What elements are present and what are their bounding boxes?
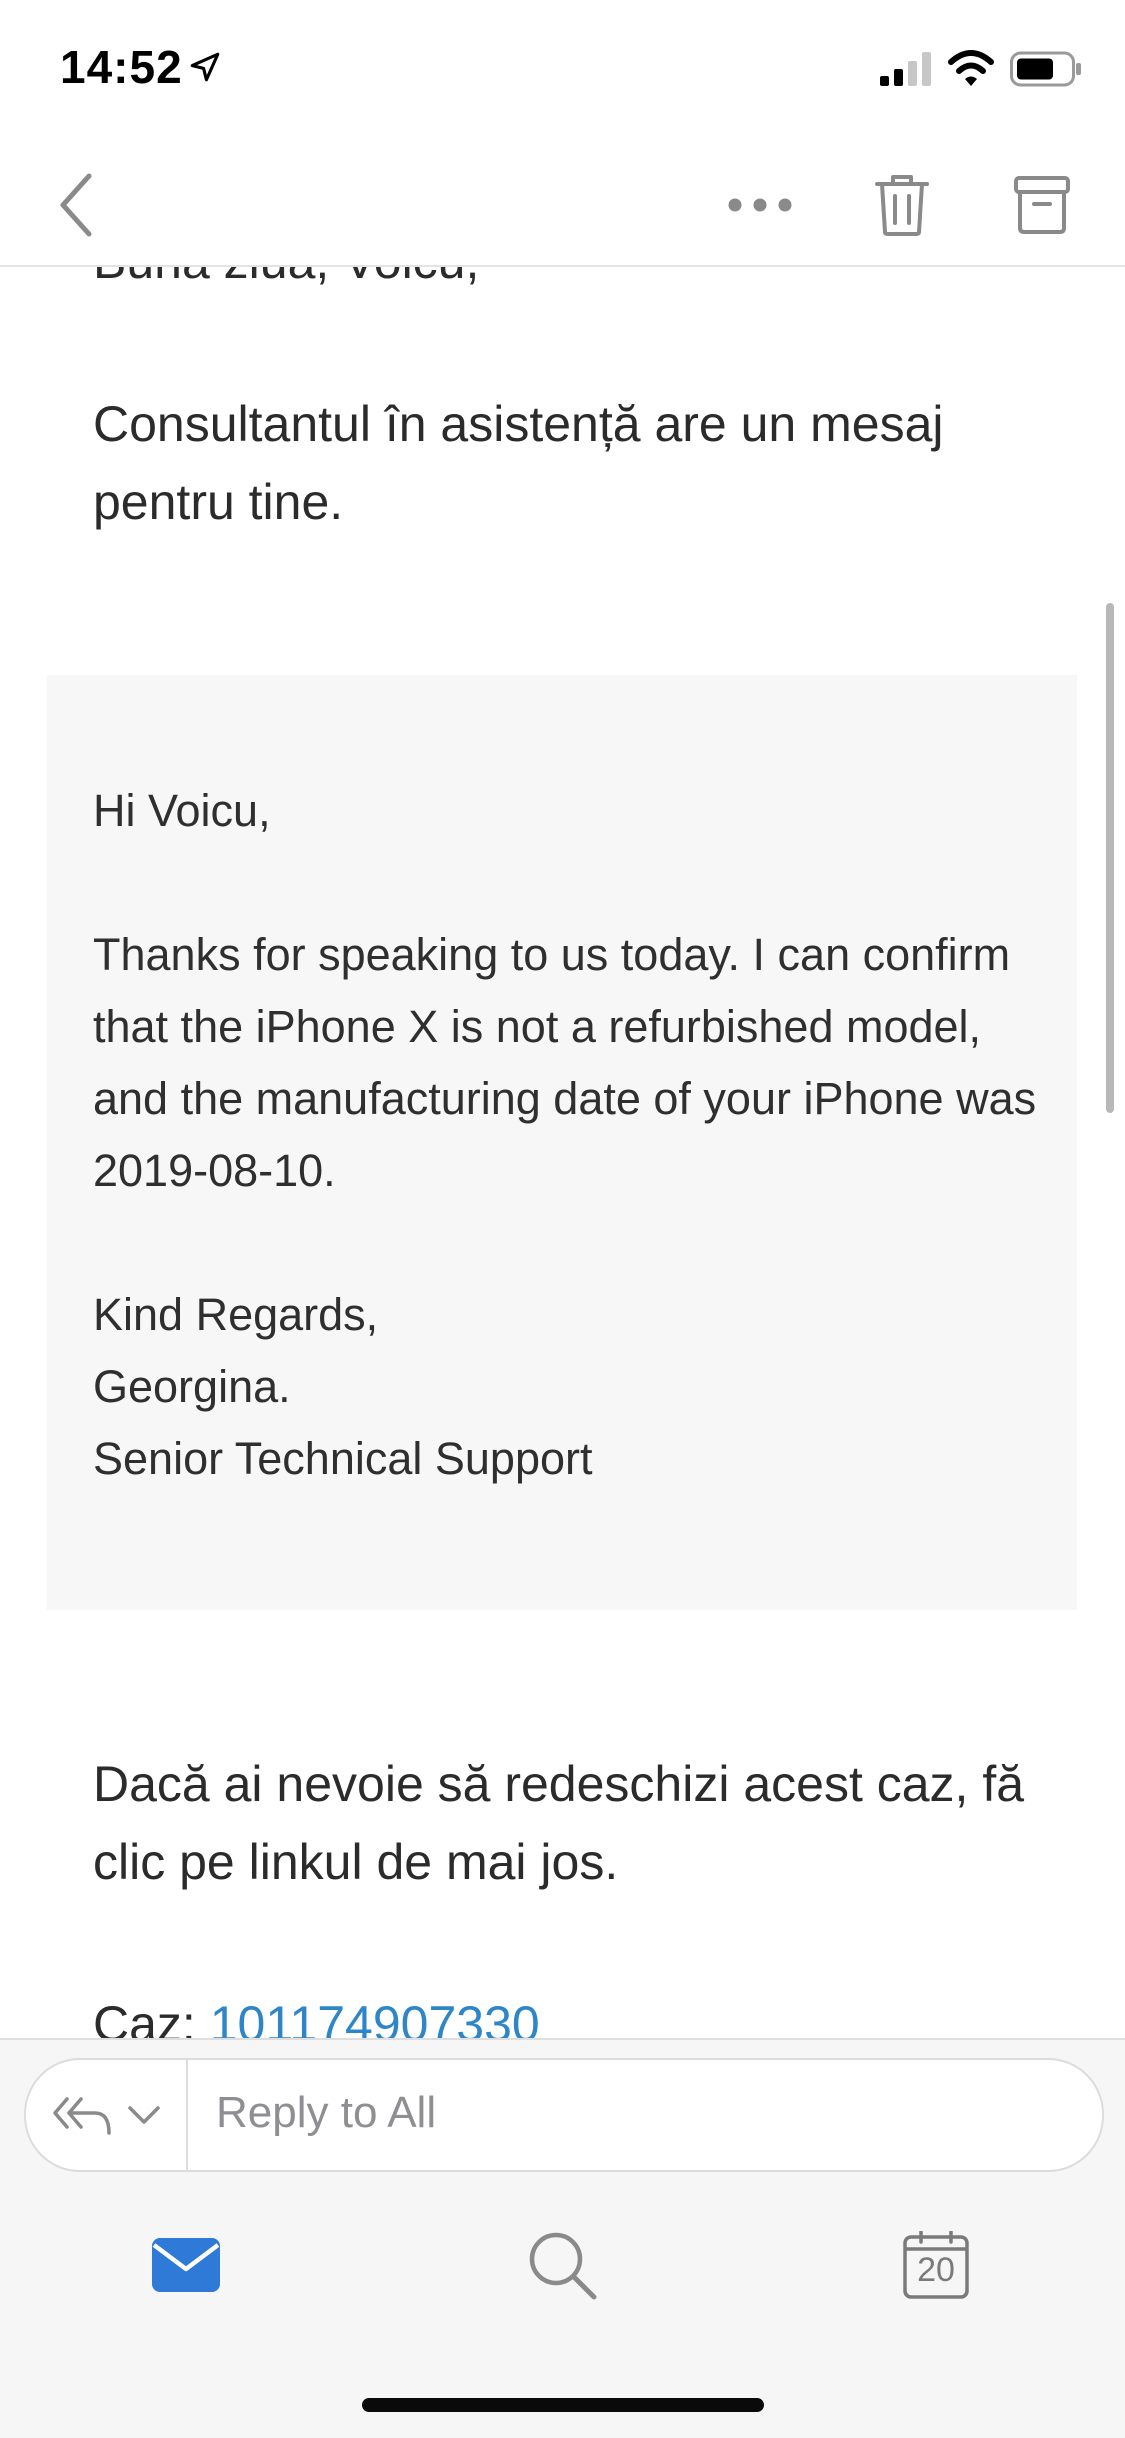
case-number-link[interactable]: 101174907330 (210, 1996, 540, 2038)
support-message-text: Hi Voicu, Thanks for speaking to us toda… (93, 775, 1037, 1495)
status-time: 14:52 (60, 41, 183, 93)
trash-icon (875, 175, 929, 236)
email-body[interactable]: Buna ziua, Voicu, Consultantul în asiste… (0, 265, 1125, 2038)
delete-button[interactable] (862, 162, 942, 248)
tab-calendar[interactable]: 20 (876, 2210, 996, 2320)
wifi-icon (948, 50, 994, 86)
quote-salutation: Hi Voicu, (93, 785, 271, 836)
archive-icon (1014, 176, 1070, 234)
email-greeting: Buna ziua, Voicu, (93, 265, 1065, 300)
tab-search[interactable] (502, 2210, 622, 2320)
battery-icon (1010, 51, 1081, 87)
search-icon (529, 2232, 597, 2300)
reopen-case-text: Dacă ai nevoie să redeschizi acest caz, … (93, 1756, 1025, 1890)
tab-bar: 20 (0, 2210, 1125, 2340)
more-horizontal-icon (728, 198, 792, 212)
quote-message: Thanks for speaking to us today. I can c… (93, 929, 1037, 1196)
reply-all-icon (53, 2097, 111, 2135)
case-line: Caz: 101174907330 (93, 1985, 540, 2038)
case-label: Caz: (93, 1996, 210, 2038)
bottom-toolbar: Reply to All 20 (0, 2038, 1125, 2438)
archive-button[interactable] (1000, 162, 1084, 248)
support-message-box: Hi Voicu, Thanks for speaking to us toda… (47, 675, 1077, 1610)
quote-signature-role: Senior Technical Support (93, 1433, 593, 1484)
home-indicator[interactable] (362, 2398, 764, 2412)
reply-bar[interactable]: Reply to All (24, 2058, 1104, 2172)
reply-input-placeholder[interactable]: Reply to All (216, 2088, 436, 2138)
chevron-down-icon (128, 2106, 160, 2124)
email-nav-bar (0, 140, 1125, 267)
back-button[interactable] (40, 160, 110, 250)
scrollbar[interactable] (1106, 603, 1114, 1113)
chevron-left-icon (60, 173, 92, 237)
calendar-icon: 20 (903, 2231, 969, 2299)
quote-closing: Kind Regards, (93, 1289, 379, 1340)
calendar-day-number: 20 (917, 2251, 955, 2289)
tab-mail[interactable] (126, 2210, 246, 2320)
more-actions-button[interactable] (720, 170, 800, 240)
email-intro: Consultantul în asistență are un mesaj p… (93, 396, 944, 530)
status-bar: 14:52 (0, 0, 1125, 140)
signal-bars-icon (880, 52, 931, 86)
quote-signature-name: Georgina. (93, 1361, 291, 1412)
location-arrow-icon (190, 52, 220, 82)
envelope-icon (152, 2238, 220, 2292)
reply-options-button[interactable] (26, 2060, 188, 2170)
